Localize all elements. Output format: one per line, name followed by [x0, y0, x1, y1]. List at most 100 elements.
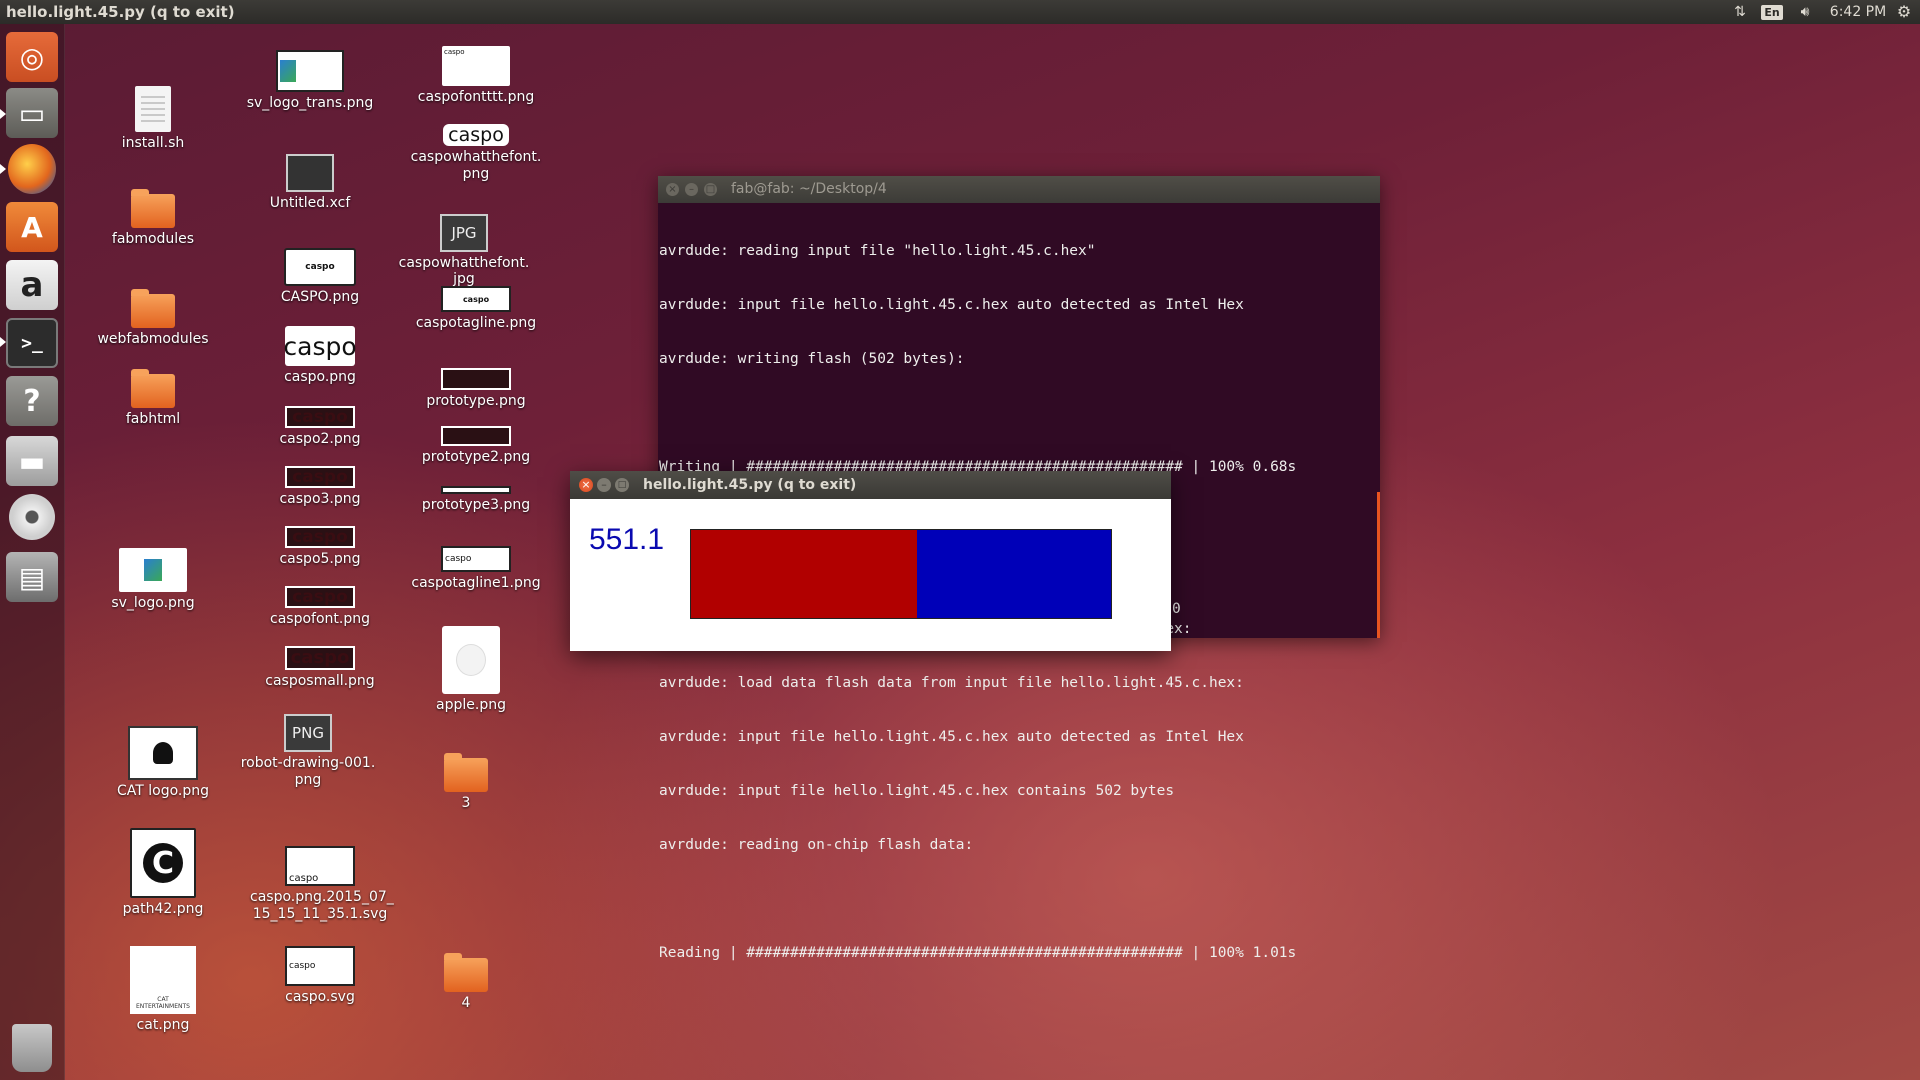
- keyboard-layout-indicator[interactable]: En: [1761, 0, 1783, 24]
- close-icon[interactable]: ×: [579, 478, 593, 492]
- terminal-titlebar[interactable]: × – □ fab@fab: ~/Desktop/4: [658, 176, 1380, 203]
- ubuntu-dash-icon[interactable]: ◎: [6, 32, 58, 82]
- image-thumbnail: caspo: [441, 286, 511, 312]
- folder-icon: [131, 369, 175, 408]
- apple-icon: [456, 644, 486, 676]
- desktop-icon-folder-3[interactable]: 3: [396, 753, 536, 812]
- system-manager-icon[interactable]: ▤: [6, 552, 58, 602]
- image-thumbnail: [119, 548, 187, 592]
- desktop-icon-prototype2[interactable]: prototype2.png: [406, 426, 546, 466]
- running-indicator: [0, 109, 6, 119]
- folder-icon: [444, 953, 488, 992]
- image-thumbnail: caspo: [285, 406, 355, 428]
- image-thumbnail: [286, 154, 334, 192]
- desktop-icon-untitled-xcf[interactable]: Untitled.xcf: [240, 154, 380, 212]
- terminal-line: Reading | ##############################…: [659, 945, 1297, 961]
- desktop-icon-caspo-svg-backup[interactable]: caspo caspo.png.2015_07_ 15_15_11_35.1.s…: [250, 846, 394, 923]
- dvd-icon[interactable]: [9, 494, 55, 540]
- image-thumbnail: caspo: [443, 124, 509, 146]
- desktop-icon-caspo3[interactable]: caspo caspo3.png: [250, 466, 390, 508]
- image-thumbnail: caspo: [441, 546, 511, 572]
- desktop-icon-path42[interactable]: C path42.png: [93, 828, 233, 918]
- desktop-icon-caspotagline[interactable]: caspo caspotagline.png: [406, 286, 546, 332]
- image-thumbnail: caspo: [285, 646, 355, 670]
- light-level-bar: [690, 529, 1112, 619]
- maximize-icon[interactable]: □: [615, 478, 629, 492]
- image-thumbnail: caspo: [442, 46, 510, 86]
- desktop-icon-install-sh[interactable]: install.sh: [83, 86, 223, 152]
- desktop-icon-caspofontttt[interactable]: caspo caspofontttt.png: [406, 46, 546, 106]
- desktop-icon-caspowhatthefont-png[interactable]: caspo caspowhatthefont. png: [406, 124, 546, 183]
- terminal-line: avrdude: reading input file "hello.light…: [659, 243, 1096, 259]
- desktop-icon-fabhtml[interactable]: fabhtml: [83, 369, 223, 428]
- desktop-icon-caspo-svg[interactable]: caspo caspo.svg: [250, 946, 390, 1006]
- running-indicator: [0, 337, 6, 347]
- image-thumbnail: JPG: [440, 214, 488, 252]
- active-window-title: hello.light.45.py (q to exit): [6, 3, 235, 21]
- terminal-partial-text: 0: [1172, 601, 1181, 617]
- image-thumbnail: caspo: [285, 946, 355, 986]
- close-icon[interactable]: ×: [666, 183, 679, 196]
- software-center-icon[interactable]: A: [6, 202, 58, 252]
- desktop-icon-caspo2[interactable]: caspo caspo2.png: [250, 406, 390, 448]
- minimize-icon[interactable]: –: [597, 478, 611, 492]
- image-thumbnail: caspo: [285, 466, 355, 488]
- desktop-icon-prototype[interactable]: prototype.png: [406, 368, 546, 410]
- logo-mark: [280, 60, 296, 82]
- desktop-icon-fabmodules[interactable]: fabmodules: [83, 189, 223, 248]
- desktop-icon-caspowhatthefont-jpg[interactable]: JPG caspowhatthefont. jpg: [394, 214, 534, 287]
- help-icon[interactable]: ?: [6, 376, 58, 426]
- desktop-icon-webfabmodules[interactable]: webfabmodules: [83, 289, 223, 348]
- image-thumbnail: [276, 50, 344, 92]
- trash-icon[interactable]: [12, 1024, 52, 1072]
- terminal-line: avrdude: input file hello.light.45.c.hex…: [659, 729, 1244, 745]
- gear-icon[interactable]: ⚙: [1893, 0, 1915, 24]
- network-icon[interactable]: ⇅: [1729, 0, 1751, 24]
- folder-icon: [444, 753, 488, 792]
- image-thumbnail: [128, 726, 198, 780]
- image-thumbnail: [441, 426, 511, 446]
- folder-lock-icon: [131, 289, 175, 328]
- desktop-icon-apple[interactable]: apple.png: [401, 626, 541, 714]
- logo-mark: [144, 559, 162, 581]
- light-sensor-title: hello.light.45.py (q to exit): [643, 477, 857, 493]
- desktop-icon-prototype3[interactable]: prototype3.png: [406, 486, 546, 514]
- volume-icon[interactable]: 🔊︎: [1792, 0, 1818, 24]
- light-level-remainder: [916, 530, 1111, 618]
- firefox-icon[interactable]: [8, 144, 56, 194]
- maximize-icon[interactable]: □: [704, 183, 717, 196]
- light-reading-value: 551.1: [589, 523, 665, 556]
- terminal-line: avrdude: input file hello.light.45.c.hex…: [659, 297, 1244, 313]
- launcher: ◎ ▭ A a >_ ? ▬ ▤: [0, 24, 65, 1080]
- terminal-icon[interactable]: >_: [6, 318, 58, 368]
- files-icon[interactable]: ▭: [6, 88, 58, 138]
- desktop-icon-sv-logo[interactable]: sv_logo.png: [83, 548, 223, 612]
- image-thumbnail: caspo: [283, 326, 357, 366]
- desktop-icon-casposmall[interactable]: caspo casposmall.png: [250, 646, 390, 690]
- image-thumbnail: caspo: [285, 846, 355, 886]
- desktop-icon-caspo[interactable]: caspo caspo.png: [250, 326, 390, 386]
- terminal-scrollbar[interactable]: [1377, 492, 1380, 638]
- terminal-line: avrdude: input file hello.light.45.c.hex…: [659, 783, 1175, 799]
- light-sensor-window[interactable]: × – □ hello.light.45.py (q to exit) 551.…: [570, 471, 1171, 651]
- desktop-icon-folder-4[interactable]: 4: [396, 953, 536, 1012]
- amazon-icon[interactable]: a: [6, 260, 58, 310]
- image-thumbnail: caspo: [285, 526, 355, 548]
- desktop-icon-caspo-upper[interactable]: caspo CASPO.png: [250, 248, 390, 306]
- image-thumbnail: C: [130, 828, 196, 898]
- desktop-icon-caspotagline1[interactable]: caspo caspotagline1.png: [406, 546, 546, 592]
- desktop-icon-caspo5[interactable]: caspo caspo5.png: [250, 526, 390, 568]
- desktop-icon-cat-logo[interactable]: CAT logo.png: [93, 726, 233, 800]
- cat-logo-glyph: C: [143, 843, 183, 883]
- desktop-icon-robot-drawing[interactable]: PNG robot-drawing-001. png: [238, 714, 378, 789]
- clock[interactable]: 6:42 PM: [1828, 0, 1888, 24]
- desktop-icon-sv-logo-trans[interactable]: sv_logo_trans.png: [240, 50, 380, 112]
- desktop-icon-caspofont[interactable]: caspo caspofont.png: [250, 586, 390, 628]
- desktop-icon-cat[interactable]: CAT ENTERTAINMENTS cat.png: [93, 946, 233, 1034]
- minimize-icon[interactable]: –: [685, 183, 698, 196]
- light-sensor-titlebar[interactable]: × – □ hello.light.45.py (q to exit): [570, 471, 1171, 499]
- terminal-line: avrdude: writing flash (502 bytes):: [659, 351, 965, 367]
- drive-icon[interactable]: ▬: [6, 436, 58, 486]
